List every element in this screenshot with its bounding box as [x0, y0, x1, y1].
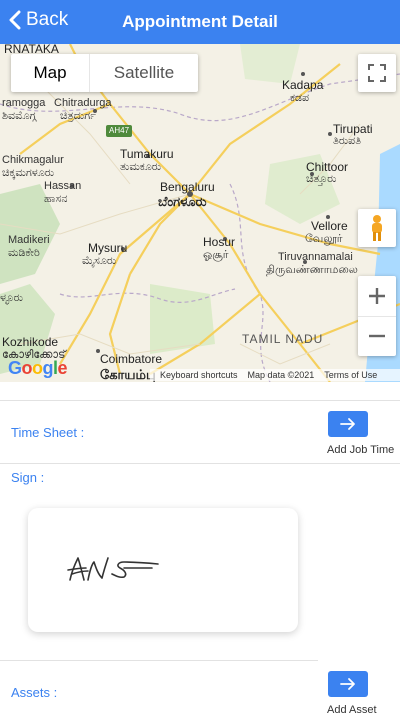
signature-drawing: [67, 557, 159, 581]
map-label: Bengaluru: [160, 180, 215, 194]
app-header: Back Appointment Detail: [0, 0, 400, 44]
map-label: Tumakuru: [120, 147, 174, 161]
map-footer: Keyboard shortcuts Map data ©2021 Terms …: [150, 369, 400, 381]
map-label: வேலூர்: [305, 233, 343, 245]
map-label: Kadapa: [282, 78, 324, 92]
map-label: ಹಾಸನ: [44, 193, 68, 205]
fullscreen-button[interactable]: [358, 54, 396, 92]
map-label: ಳ್ಳೂರು: [0, 292, 24, 304]
map-type-map-button[interactable]: Map: [11, 54, 89, 92]
map-label: ತಿರುಪತಿ: [333, 135, 362, 147]
map-label: Kozhikode: [2, 335, 59, 349]
map-label: ಕಡಪ: [290, 92, 310, 104]
map-label: Hassan: [44, 180, 82, 192]
map-label: Madikeri: [8, 234, 50, 246]
map-label: Vellore: [311, 219, 348, 233]
map-label: ಚಿತ್ತೂರು: [306, 173, 337, 185]
map-label: Coimbatore: [100, 352, 163, 366]
pegman-icon: [372, 215, 382, 241]
map-tiles: [0, 44, 400, 382]
highway-shield-label: AH47: [109, 126, 130, 135]
zoom-out-button[interactable]: [358, 317, 396, 357]
map-label: ತುಮಕೂರು: [120, 161, 162, 173]
minus-icon: [369, 335, 385, 338]
add-asset-caption: Add Asset: [327, 704, 377, 716]
map-label: ಚಿಕ್ಕಮಗಳೂರು: [2, 167, 55, 179]
map-label: ಮಡಿಕೇರಿ: [8, 247, 40, 259]
map-label: ಶಿವಮೊಗ್ಗ: [2, 110, 37, 122]
map-type-satellite-button[interactable]: Satellite: [89, 54, 198, 92]
keyboard-shortcuts-link[interactable]: Keyboard shortcuts: [160, 370, 238, 380]
map-label: Hosur: [203, 235, 236, 249]
terms-of-use-link[interactable]: Terms of Use: [324, 370, 377, 380]
map-label: திருவண்ணாமலை: [266, 264, 358, 276]
map-label: ramogga: [2, 97, 46, 109]
divider: [0, 463, 400, 464]
divider: [0, 660, 318, 661]
map-label: ಚಿತ್ರದುರ್ಗ: [60, 110, 96, 122]
plus-icon: [369, 287, 385, 304]
page-title: Appointment Detail: [122, 12, 278, 31]
map-label: ಬೆಂಗಳೂರು: [158, 194, 207, 209]
add-job-time-caption: Add Job Time: [327, 444, 395, 456]
map-data-attribution: Map data ©2021: [247, 370, 315, 380]
map-view[interactable]: RNATAKA Kadapa ಕಡಪ ramogga Chitradurga ಶ…: [0, 44, 400, 382]
arrow-right-icon: [340, 678, 355, 690]
zoom-control: [358, 276, 396, 356]
add-asset-button[interactable]: [328, 671, 368, 697]
sign-label: Sign :: [11, 470, 45, 485]
timesheet-label: Time Sheet :: [11, 425, 85, 440]
map-label: Tiruvannamalai: [278, 251, 353, 263]
map-label: Chitradurga: [54, 97, 112, 109]
assets-label: Assets :: [11, 685, 58, 700]
zoom-in-button[interactable]: [358, 276, 396, 317]
map-type-toggle: Map Satellite: [11, 54, 198, 92]
map-label: Mysuru: [88, 241, 128, 255]
map-label: ஓசூர்: [203, 249, 229, 261]
map-label: Chittoor: [306, 160, 349, 174]
arrow-right-icon: [340, 418, 355, 430]
divider: [0, 400, 400, 401]
signature-pad[interactable]: [28, 508, 298, 632]
fullscreen-icon: [368, 64, 386, 82]
google-logo[interactable]: Google: [8, 358, 68, 379]
street-view-button[interactable]: [358, 209, 396, 247]
map-label: TAMIL NADU: [242, 332, 324, 346]
map-label: Chikmagalur: [2, 154, 64, 166]
map-label: கோயம்பு: [100, 367, 156, 382]
map-label: Tirupati: [333, 122, 373, 136]
add-job-time-button[interactable]: [328, 411, 368, 437]
map-label: ಮೈಸೂರು: [82, 255, 117, 267]
